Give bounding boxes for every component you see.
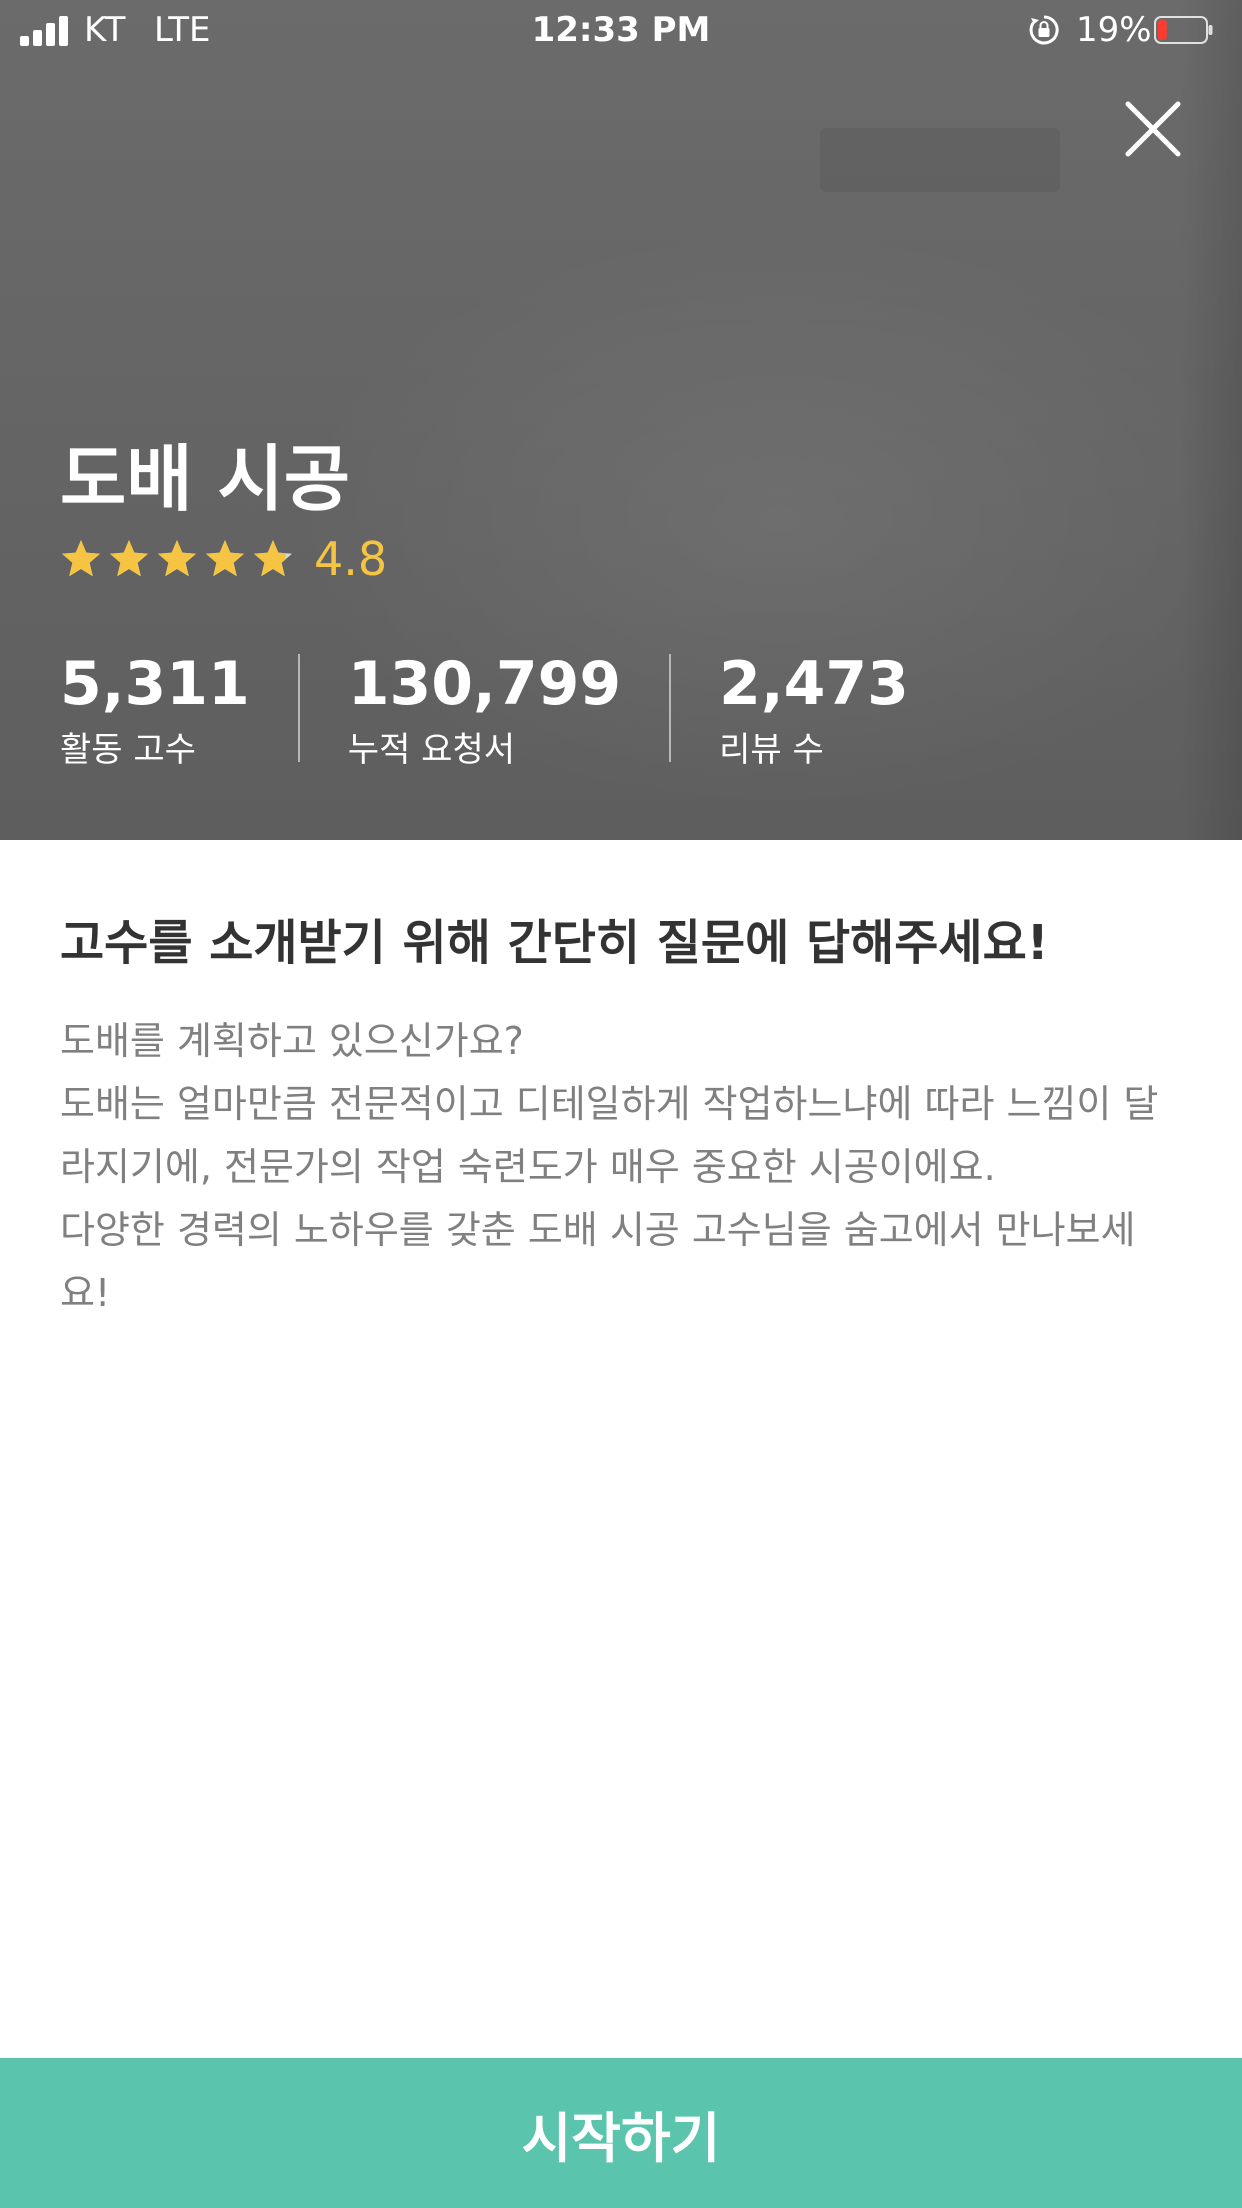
rating-row: 4.8 <box>60 532 388 586</box>
rating-stars <box>60 538 300 580</box>
stat-label: 활동 고수 <box>60 730 196 770</box>
battery-icon <box>1154 16 1213 44</box>
service-intro-screen: KT LTE 12:33 PM 19% 도배 시공 4.8 5,311 활동 고… <box>0 0 1242 2208</box>
battery-percent: 19% <box>1076 10 1152 50</box>
stat-divider <box>669 654 672 762</box>
star-icon <box>254 540 292 577</box>
service-description: 도배를 계획하고 있으신가요? 도배는 얼마만큼 전문적이고 디테일하게 작업하… <box>60 1010 1180 1325</box>
intro-content: 고수를 소개받기 위해 간단히 질문에 답해주세요! 도배를 계획하고 있으신가… <box>60 900 1180 1325</box>
stat-label: 누적 요청서 <box>347 730 516 770</box>
rotation-lock-icon <box>1029 15 1059 45</box>
stat-review-count: 2,473 리뷰 수 <box>719 648 909 778</box>
stat-total-requests: 130,799 누적 요청서 <box>348 648 621 778</box>
question-title: 고수를 소개받기 위해 간단히 질문에 답해주세요! <box>60 915 1049 971</box>
description-line: 도배는 얼마만큼 전문적이고 디테일하게 작업하느냐에 따라 느낌이 달라지기에… <box>60 1082 1159 1189</box>
rating-value: 4.8 <box>314 532 388 586</box>
status-bar: KT LTE 12:33 PM 19% <box>0 0 1242 62</box>
stat-divider <box>297 654 300 762</box>
hero-banner: KT LTE 12:33 PM 19% 도배 시공 4.8 5,311 활동 고… <box>0 0 1242 840</box>
stat-label: 리뷰 수 <box>719 730 824 770</box>
close-button[interactable] <box>1120 96 1186 162</box>
stat-value: 5,311 <box>60 649 250 719</box>
service-title: 도배 시공 <box>60 437 351 521</box>
star-icon <box>158 540 196 577</box>
stat-value: 2,473 <box>719 649 909 719</box>
stats-row: 5,311 활동 고수 130,799 누적 요청서 2,473 리뷰 수 <box>60 648 909 778</box>
star-icon <box>110 540 148 577</box>
description-line: 다양한 경력의 노하우를 갖춘 도배 시공 고수님을 숨고에서 만나보세요! <box>60 1208 1136 1315</box>
stat-value: 130,799 <box>347 649 622 719</box>
description-line: 도배를 계획하고 있으신가요? <box>60 1019 524 1063</box>
start-button[interactable]: 시작하기 <box>0 2058 1242 2208</box>
star-icon <box>62 540 100 577</box>
stat-active-pros: 5,311 활동 고수 <box>60 648 250 778</box>
star-icon <box>206 540 244 577</box>
